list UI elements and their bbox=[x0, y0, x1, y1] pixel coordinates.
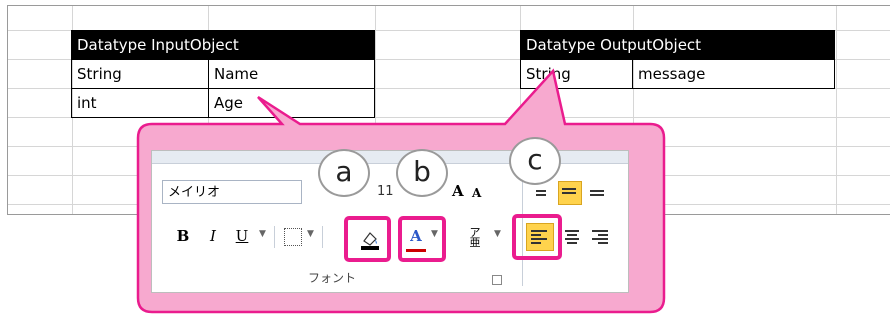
font-name-combobox[interactable]: メイリオ bbox=[162, 180, 302, 204]
highlight-align-left bbox=[512, 214, 562, 260]
chevron-down-icon[interactable]: ▼ bbox=[307, 229, 314, 239]
bold-button[interactable]: B bbox=[176, 224, 190, 248]
border-icon[interactable] bbox=[284, 228, 302, 246]
separator bbox=[322, 226, 323, 248]
label-b-bubble: b bbox=[396, 149, 448, 197]
align-bottom-icon[interactable] bbox=[590, 188, 606, 198]
align-center-icon[interactable] bbox=[564, 228, 580, 246]
highlight-font-color bbox=[398, 216, 446, 262]
font-group-label: フォント bbox=[307, 271, 356, 285]
highlight-fill-color bbox=[344, 216, 391, 262]
shrink-font-button[interactable]: A bbox=[472, 186, 481, 200]
italic-button[interactable]: I bbox=[206, 224, 220, 248]
align-middle-button[interactable] bbox=[558, 181, 582, 205]
chevron-down-icon[interactable]: ▼ bbox=[494, 229, 501, 239]
dialog-launcher-icon[interactable] bbox=[492, 275, 502, 285]
chevron-down-icon[interactable]: ▼ bbox=[259, 229, 266, 239]
align-top-icon[interactable] bbox=[536, 188, 552, 198]
label-c-bubble: c bbox=[509, 137, 561, 185]
phonetic-button[interactable]: ア亜 bbox=[468, 227, 482, 248]
align-middle-icon bbox=[562, 186, 578, 196]
grow-font-button[interactable]: A bbox=[452, 182, 464, 200]
underline-button[interactable]: U bbox=[235, 224, 249, 248]
separator bbox=[274, 226, 275, 248]
label-a-bubble: a bbox=[318, 149, 370, 197]
align-right-icon[interactable] bbox=[592, 228, 608, 246]
